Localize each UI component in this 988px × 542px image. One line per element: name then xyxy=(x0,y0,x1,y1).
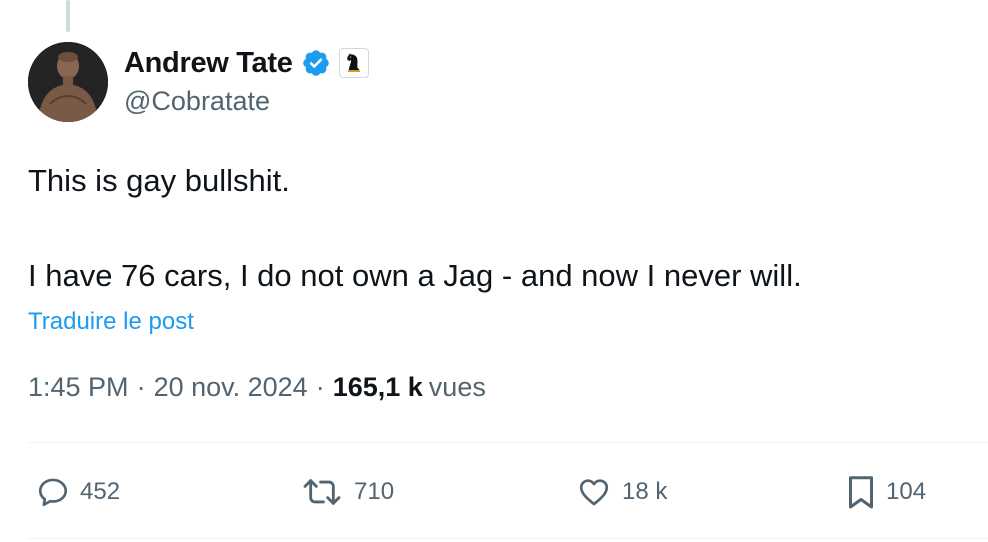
like-button[interactable]: 18 k xyxy=(576,472,667,512)
tweet-meta-row: 1:45 PM · 20 nov. 2024 · 165,1 k vues xyxy=(28,372,486,403)
meta-separator: · xyxy=(136,372,146,402)
divider-top xyxy=(28,442,988,443)
repost-icon xyxy=(303,479,341,505)
repost-button[interactable]: 710 xyxy=(300,472,394,512)
bookmark-count: 104 xyxy=(886,478,927,505)
avatar-image xyxy=(28,42,108,122)
reply-button[interactable]: 452 xyxy=(36,472,120,512)
thread-connector-line xyxy=(66,0,70,32)
bookmark-button[interactable]: 104 xyxy=(846,472,926,512)
author-name-row: Andrew Tate xyxy=(124,45,369,81)
tweet-text-line-1: This is gay bullshit. xyxy=(28,163,290,198)
author-display-name[interactable]: Andrew Tate xyxy=(124,47,293,80)
tweet-date[interactable]: 20 nov. 2024 xyxy=(154,372,308,403)
bookmark-icon xyxy=(849,476,873,509)
translate-post-link[interactable]: Traduire le post xyxy=(28,308,194,336)
author-handle[interactable]: @Cobratate xyxy=(124,86,270,117)
tweet-time[interactable]: 1:45 PM xyxy=(28,372,129,403)
verified-badge-icon[interactable] xyxy=(301,48,331,78)
tweet-text-line-2: I have 76 cars, I do not own a Jag - and… xyxy=(28,258,802,293)
chess-knight-badge-icon[interactable] xyxy=(338,48,369,78)
meta-separator: · xyxy=(315,372,325,402)
repost-count: 710 xyxy=(354,478,395,505)
views-count[interactable]: 165,1 k xyxy=(333,372,423,403)
avatar[interactable] xyxy=(28,42,108,122)
divider-bottom xyxy=(28,538,988,539)
like-count: 18 k xyxy=(622,478,668,505)
views-label: vues xyxy=(428,372,486,402)
heart-icon xyxy=(579,479,609,506)
reply-icon xyxy=(38,478,68,507)
reply-count: 452 xyxy=(80,478,121,505)
